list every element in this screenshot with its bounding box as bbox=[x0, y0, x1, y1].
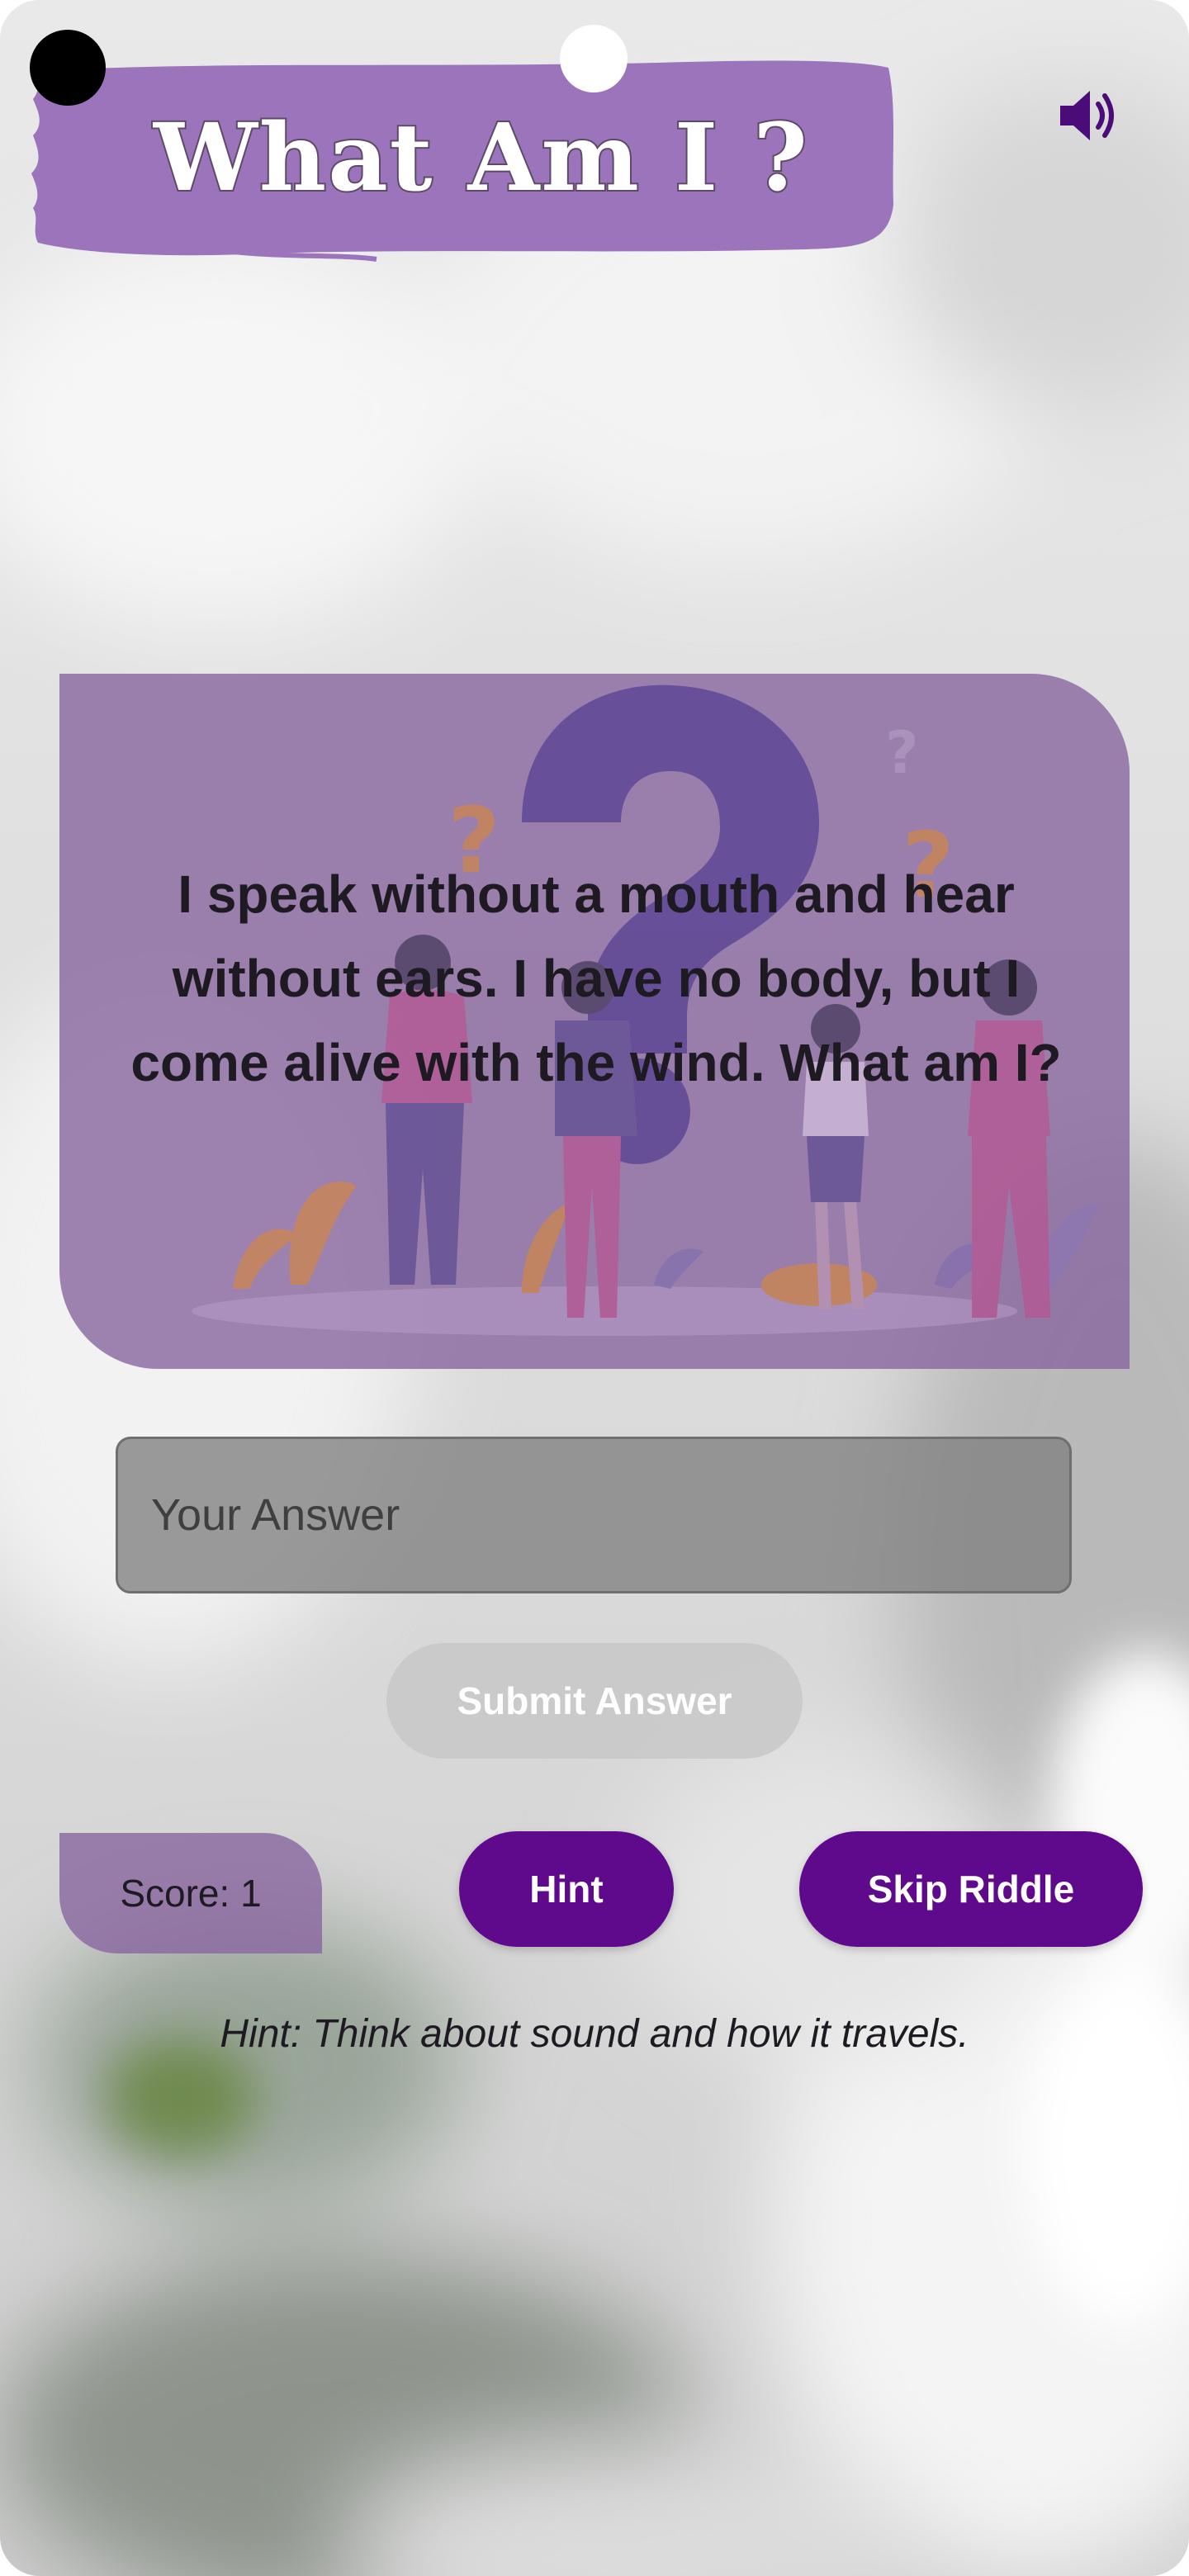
app-screen: What Am I ? ? ? ? I speak without a mout… bbox=[0, 0, 1189, 2576]
riddle-text: I speak without a mouth and hear without… bbox=[130, 864, 1062, 1092]
score-badge: Score: 1 bbox=[59, 1833, 322, 1953]
svg-text:?: ? bbox=[885, 719, 919, 787]
title-banner: What Am I ? bbox=[30, 56, 897, 263]
riddle-card: ? ? ? I speak without a mouth and hear w… bbox=[59, 674, 1130, 1369]
hint-button[interactable]: Hint bbox=[459, 1831, 674, 1947]
status-dot bbox=[560, 25, 628, 92]
app-title: What Am I ? bbox=[152, 102, 809, 214]
answer-input[interactable] bbox=[116, 1437, 1072, 1593]
speaker-volume-icon bbox=[1060, 91, 1114, 140]
camera-cutout bbox=[30, 30, 106, 106]
skip-riddle-button[interactable]: Skip Riddle bbox=[799, 1831, 1143, 1947]
score-label: Score: 1 bbox=[120, 1872, 262, 1915]
hint-text: Hint: Think about sound and how it trave… bbox=[220, 2012, 969, 2056]
submit-answer-button[interactable]: Submit Answer bbox=[386, 1643, 803, 1759]
sound-toggle-button[interactable] bbox=[1057, 86, 1123, 145]
